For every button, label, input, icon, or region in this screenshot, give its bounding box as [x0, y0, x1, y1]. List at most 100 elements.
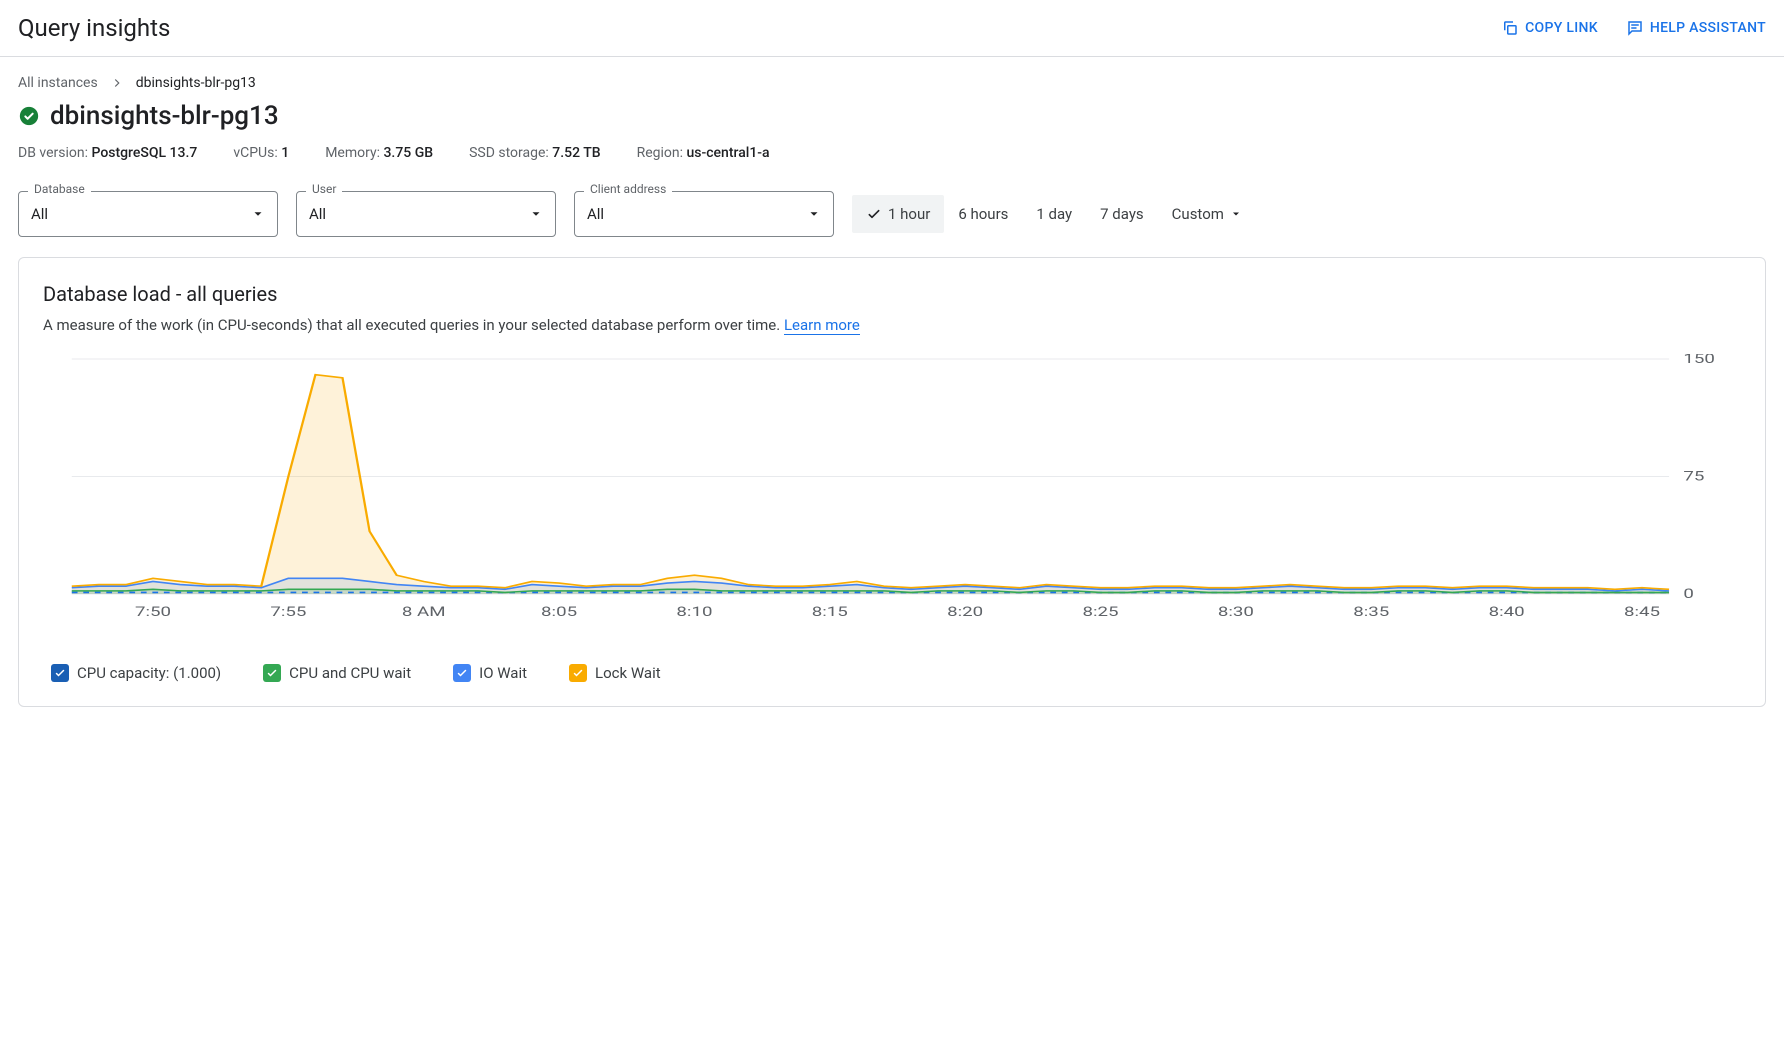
client-address-select[interactable]: All — [574, 191, 834, 237]
help-assistant-button[interactable]: HELP ASSISTANT — [1626, 19, 1766, 37]
time-range-1hour-label: 1 hour — [888, 205, 930, 223]
legend-swatch-icon — [51, 664, 69, 682]
database-select-label: Database — [28, 182, 91, 196]
meta-region-value: us-central1-a — [687, 145, 770, 161]
meta-storage-value: 7.52 TB — [552, 145, 600, 161]
user-select-wrap: User All — [296, 191, 556, 237]
breadcrumb-root[interactable]: All instances — [18, 75, 98, 91]
legend-lock-wait-label: Lock Wait — [595, 664, 661, 682]
meta-storage: SSD storage: 7.52 TB — [469, 145, 600, 161]
legend-swatch-icon — [453, 664, 471, 682]
legend-cpu-capacity-label: CPU capacity: (1.000) — [77, 664, 221, 682]
svg-text:8:05: 8:05 — [541, 604, 577, 619]
svg-text:150: 150 — [1683, 354, 1715, 366]
svg-text:75: 75 — [1683, 468, 1704, 483]
meta-vcpus-label: vCPUs: — [233, 145, 277, 161]
svg-text:8:15: 8:15 — [812, 604, 848, 619]
svg-text:8:30: 8:30 — [1218, 604, 1254, 619]
chat-icon — [1626, 19, 1644, 37]
svg-text:8 AM: 8 AM — [402, 604, 446, 619]
legend-io-wait[interactable]: IO Wait — [453, 664, 527, 682]
legend-swatch-icon — [569, 664, 587, 682]
copy-link-button[interactable]: COPY LINK — [1501, 19, 1598, 37]
time-range-group: 1 hour 6 hours 1 day 7 days Custom — [852, 195, 1256, 233]
legend-cpu-wait[interactable]: CPU and CPU wait — [263, 664, 411, 682]
time-range-7days[interactable]: 7 days — [1086, 195, 1158, 233]
time-range-7days-label: 7 days — [1100, 205, 1144, 223]
time-range-custom-label: Custom — [1172, 205, 1224, 223]
legend-swatch-icon — [263, 664, 281, 682]
svg-text:7:50: 7:50 — [135, 604, 171, 619]
time-range-6hours[interactable]: 6 hours — [944, 195, 1022, 233]
legend-lock-wait[interactable]: Lock Wait — [569, 664, 661, 682]
user-select[interactable]: All — [296, 191, 556, 237]
help-assistant-label: HELP ASSISTANT — [1650, 20, 1766, 36]
svg-text:8:25: 8:25 — [1083, 604, 1119, 619]
copy-icon — [1501, 19, 1519, 37]
svg-text:8:35: 8:35 — [1353, 604, 1389, 619]
breadcrumb-current: dbinsights-blr-pg13 — [136, 75, 256, 91]
learn-more-link[interactable]: Learn more — [784, 316, 860, 335]
caret-down-icon — [529, 207, 543, 221]
caret-down-icon — [1230, 208, 1242, 220]
meta-memory-label: Memory: — [325, 145, 380, 161]
meta-memory: Memory: 3.75 GB — [325, 145, 433, 161]
meta-region-label: Region: — [637, 145, 683, 161]
card-description: A measure of the work (in CPU-seconds) t… — [43, 316, 1741, 334]
content: All instances dbinsights-blr-pg13 dbinsi… — [0, 57, 1784, 725]
user-select-label: User — [306, 182, 342, 196]
meta-vcpus-value: 1 — [281, 145, 289, 161]
meta-db-version: DB version: PostgreSQL 13.7 — [18, 145, 197, 161]
svg-text:0: 0 — [1683, 586, 1694, 601]
instance-name: dbinsights-blr-pg13 — [50, 101, 279, 131]
controls-row: Database All User All Client address All — [18, 191, 1766, 237]
header-bar: Query insights COPY LINK HELP ASSISTANT — [0, 0, 1784, 57]
client-address-select-value: All — [587, 205, 604, 223]
breadcrumb: All instances dbinsights-blr-pg13 — [18, 75, 1766, 91]
legend-cpu-wait-label: CPU and CPU wait — [289, 664, 411, 682]
time-range-custom[interactable]: Custom — [1158, 195, 1256, 233]
svg-text:8:10: 8:10 — [676, 604, 712, 619]
time-range-1day[interactable]: 1 day — [1022, 195, 1086, 233]
client-address-select-wrap: Client address All — [574, 191, 834, 237]
check-icon — [266, 667, 278, 679]
check-icon — [456, 667, 468, 679]
instance-header: dbinsights-blr-pg13 — [18, 101, 1766, 131]
load-chart: 0 75 150 7:50 7:55 8 AM 8:05 8:10 8:15 8:20 8:25 8:… — [43, 354, 1741, 624]
client-address-select-label: Client address — [584, 182, 672, 196]
check-icon — [572, 667, 584, 679]
database-select-wrap: Database All — [18, 191, 278, 237]
svg-text:8:45: 8:45 — [1624, 604, 1660, 619]
legend-io-wait-label: IO Wait — [479, 664, 527, 682]
meta-vcpus: vCPUs: 1 — [233, 145, 289, 161]
check-icon — [54, 667, 66, 679]
caret-down-icon — [807, 207, 821, 221]
svg-text:7:55: 7:55 — [270, 604, 306, 619]
card-title: Database load - all queries — [43, 282, 1741, 306]
chart-area: 0 75 150 7:50 7:55 8 AM 8:05 8:10 8:15 8:20 8:25 8:… — [43, 354, 1741, 624]
time-range-1day-label: 1 day — [1036, 205, 1072, 223]
meta-db-version-value: PostgreSQL 13.7 — [91, 145, 197, 161]
time-range-1hour[interactable]: 1 hour — [852, 195, 944, 233]
database-select-value: All — [31, 205, 48, 223]
load-card: Database load - all queries A measure of… — [18, 257, 1766, 707]
meta-region: Region: us-central1-a — [637, 145, 770, 161]
chart-legend: CPU capacity: (1.000) CPU and CPU wait I… — [43, 664, 1741, 682]
instance-meta: DB version: PostgreSQL 13.7 vCPUs: 1 Mem… — [18, 145, 1766, 161]
header-actions: COPY LINK HELP ASSISTANT — [1501, 19, 1766, 37]
status-running-icon — [18, 105, 40, 127]
svg-text:8:20: 8:20 — [947, 604, 983, 619]
meta-db-version-label: DB version: — [18, 145, 88, 161]
legend-cpu-capacity[interactable]: CPU capacity: (1.000) — [51, 664, 221, 682]
time-range-6hours-label: 6 hours — [958, 205, 1008, 223]
meta-memory-value: 3.75 GB — [383, 145, 433, 161]
svg-text:8:40: 8:40 — [1489, 604, 1525, 619]
user-select-value: All — [309, 205, 326, 223]
meta-storage-label: SSD storage: — [469, 145, 549, 161]
check-icon — [866, 206, 882, 222]
database-select[interactable]: All — [18, 191, 278, 237]
card-description-text: A measure of the work (in CPU-seconds) t… — [43, 316, 784, 334]
copy-link-label: COPY LINK — [1525, 20, 1598, 36]
chevron-right-icon — [110, 76, 124, 90]
page-title: Query insights — [18, 14, 170, 42]
